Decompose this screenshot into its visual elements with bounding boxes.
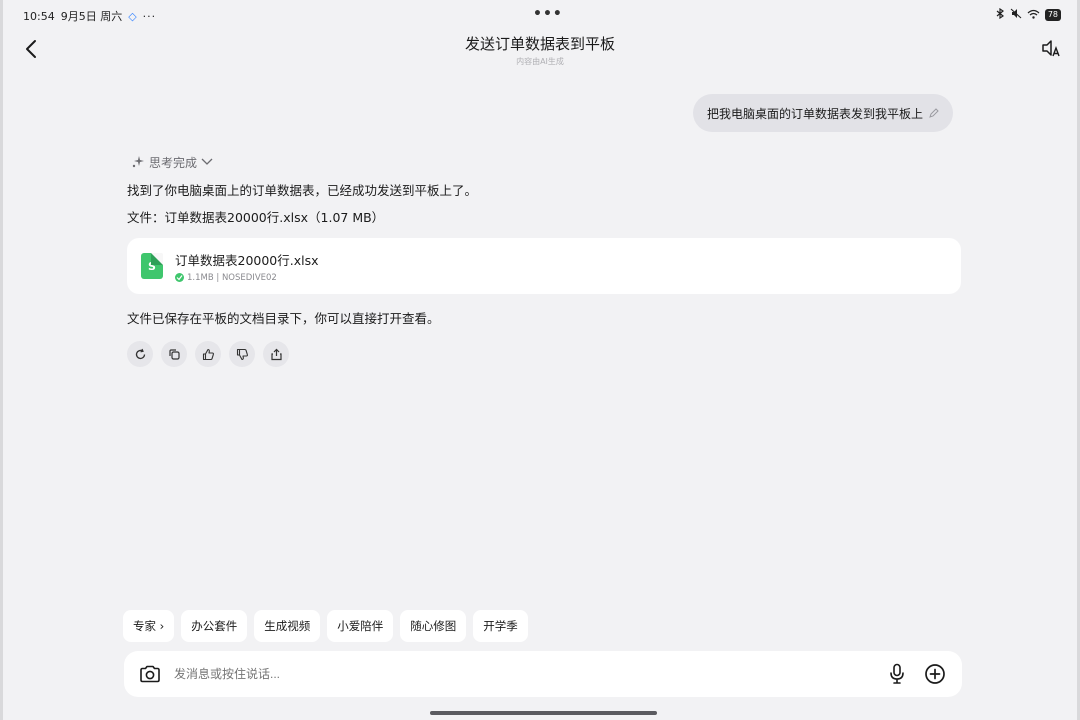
thinking-label: 思考完成: [149, 155, 198, 170]
chevron-down-icon: [201, 158, 213, 165]
assistant-response: 思考完成 找到了你电脑桌面上的订单数据表，已经成功发送到平板上了。 文件：订单数…: [127, 152, 961, 367]
camera-icon: [140, 665, 160, 683]
regenerate-button[interactable]: [127, 341, 153, 367]
message-input[interactable]: [172, 659, 884, 689]
diamond-icon: ◇: [128, 9, 137, 23]
excel-file-icon: S: [141, 253, 163, 279]
speaker-translate-icon: [1042, 40, 1060, 57]
page-title: 发送订单数据表到平板: [464, 35, 615, 53]
sparkle-icon: [132, 156, 144, 168]
multitask-dots[interactable]: •••: [533, 6, 563, 22]
title-wrap: 发送订单数据表到平板 内容由AI生成: [3, 33, 1077, 67]
like-button[interactable]: [195, 341, 221, 367]
voice-button[interactable]: [884, 661, 910, 687]
refresh-icon: [135, 348, 145, 359]
chip-back-to-school[interactable]: 开学季: [473, 610, 528, 642]
input-bar: [124, 651, 962, 697]
share-icon: [270, 348, 282, 360]
add-button[interactable]: [922, 661, 948, 687]
share-button[interactable]: [263, 341, 289, 367]
file-meta-text: 1.1MB | NOSEDIVE02: [187, 272, 277, 283]
message-actions: [127, 341, 961, 367]
microphone-icon: [890, 663, 904, 684]
status-left: 10:54 9月5日 周六 ◇ ···: [23, 8, 156, 24]
status-time: 10:54: [23, 9, 55, 23]
thumbs-down-icon: [236, 348, 248, 360]
read-aloud-button[interactable]: [1039, 36, 1063, 60]
chip-xiaoai-companion[interactable]: 小爱陪伴: [327, 610, 394, 642]
file-icon-letter: S: [148, 259, 156, 273]
bluetooth-icon: [996, 7, 1005, 22]
file-name: 订单数据表20000行.xlsx: [175, 252, 319, 268]
file-meta: 1.1MB | NOSEDIVE02: [175, 273, 319, 283]
check-icon: [175, 273, 184, 282]
edit-icon[interactable]: [929, 108, 939, 118]
status-more-dots: ···: [142, 9, 157, 23]
wifi-icon: [1027, 9, 1040, 22]
user-message-text: 把我电脑桌面的订单数据表发到我平板上: [706, 106, 923, 121]
chip-office-suite[interactable]: 办公套件: [181, 610, 248, 642]
chip-generate-video[interactable]: 生成视频: [254, 610, 321, 642]
response-line-1: 找到了你电脑桌面上的订单数据表，已经成功发送到平板上了。: [127, 183, 478, 198]
header: 发送订单数据表到平板 内容由AI生成: [3, 30, 1077, 70]
status-date: 9月5日 周六: [60, 10, 123, 23]
mute-icon: [1010, 8, 1022, 22]
suggestion-chips: 专家 › 办公套件 生成视频 小爱陪伴 随心修图 开学季: [123, 610, 528, 642]
chip-expert[interactable]: 专家 ›: [123, 610, 175, 642]
app-window: 10:54 9月5日 周六 ◇ ··· ••• 78 发送订单数据表到平板 内容…: [0, 0, 1080, 720]
thumbs-up-icon: [202, 348, 214, 360]
camera-button[interactable]: [138, 662, 162, 686]
ai-generated-note: 内容由AI生成: [516, 57, 564, 66]
copy-icon: [168, 348, 180, 360]
thinking-toggle[interactable]: 思考完成: [131, 152, 961, 172]
plus-circle-icon: [925, 664, 945, 684]
user-message-bubble[interactable]: 把我电脑桌面的订单数据表发到我平板上: [692, 94, 953, 132]
status-bar: 10:54 9月5日 周六 ◇ ··· ••• 78: [3, 0, 1077, 30]
status-right: 78: [996, 7, 1061, 22]
response-line-3: 文件已保存在平板的文档目录下，你可以直接打开查看。: [127, 311, 440, 326]
file-card[interactable]: S 订单数据表20000行.xlsx 1.1MB | NOSEDIVE02: [127, 238, 961, 294]
dislike-button[interactable]: [229, 341, 255, 367]
chip-photo-edit[interactable]: 随心修图: [400, 610, 467, 642]
file-info: 订单数据表20000行.xlsx 1.1MB | NOSEDIVE02: [175, 250, 319, 283]
response-line-2: 文件：订单数据表20000行.xlsx（1.07 MB）: [127, 210, 385, 225]
home-indicator[interactable]: [430, 711, 657, 715]
battery-indicator: 78: [1044, 9, 1061, 21]
copy-button[interactable]: [161, 341, 187, 367]
